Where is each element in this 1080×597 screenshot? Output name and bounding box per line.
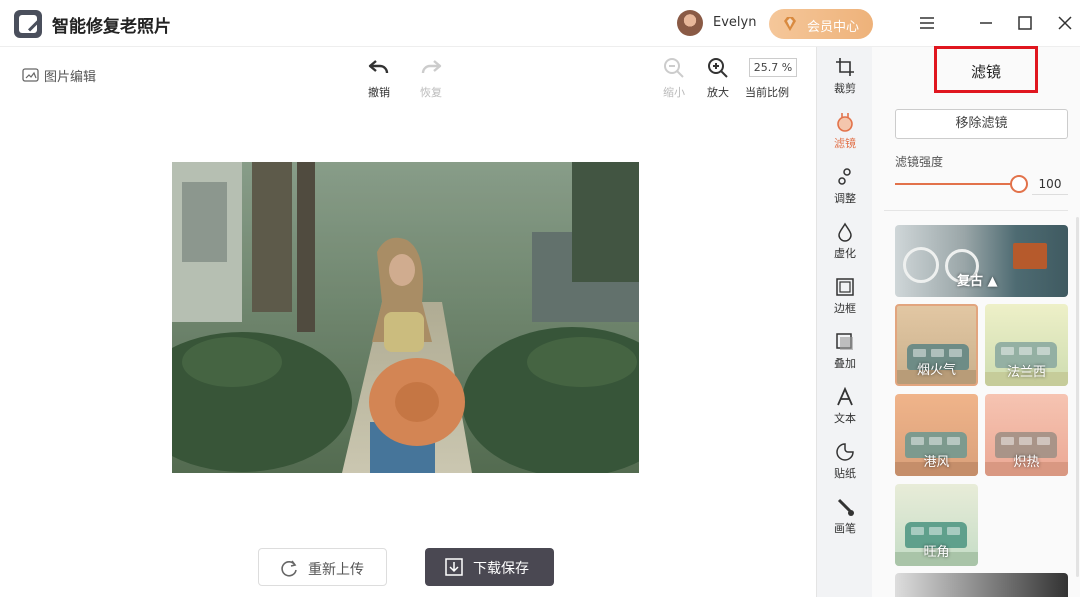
filter-label: 旺角 [923,545,950,560]
rail-label-sticker: 贴纸 [834,467,856,480]
panel-title: 滤镜 [970,63,1001,81]
edited-photo [172,162,639,473]
rail-item-overlay[interactable]: 叠加 [817,326,873,374]
rail-item-brush[interactable]: 画笔 [817,491,873,539]
panel-title-highlight: 滤镜 [934,46,1038,93]
rail-item-border[interactable]: 边框 [817,271,873,319]
download-save-label: 下载保存 [473,561,529,577]
zoom-value-field[interactable]: 25.7 % [749,58,797,77]
rail-label-text: 文本 [834,412,856,425]
download-icon [445,558,463,576]
zoom-out-icon [664,58,684,78]
rail-item-sticker[interactable]: 贴纸 [817,436,873,484]
rail-label-brush: 画笔 [834,522,856,535]
download-save-button[interactable]: 下载保存 [425,548,554,586]
app-logo-icon [14,10,42,38]
avatar[interactable] [677,10,703,36]
app-window: 智能修复老照片 Evelyn 会员中心 图片编辑 撤销 恢复 缩小 放大 25.… [0,0,1080,597]
divider [884,210,1068,211]
title-bar: 智能修复老照片 Evelyn 会员中心 [0,0,1080,47]
zoom-out-label: 缩小 [663,86,685,99]
undo-icon [368,60,389,74]
blur-drop-icon [838,222,852,242]
tool-rail: 裁剪 滤镜 调整 虚化 边框 叠加 文本 贴纸 画笔 [816,47,872,597]
rail-item-crop[interactable]: 裁剪 [817,51,873,99]
username[interactable]: Evelyn [713,15,756,30]
rail-label-filter: 滤镜 [834,137,856,150]
remove-filter-button[interactable]: 移除滤镜 [895,109,1068,139]
text-icon [837,387,853,406]
zoom-in-button[interactable]: 放大 [698,56,738,100]
panel-scrollbar[interactable] [1076,217,1079,577]
overlay-icon [836,333,853,350]
filter-panel: 滤镜 移除滤镜 滤镜强度 100 复古 ▲ 烟火气 法兰西 港风 炽热 旺角 [872,46,1080,597]
filter-category-next[interactable] [895,573,1068,597]
redo-label: 恢复 [420,86,442,99]
zoom-in-label: 放大 [707,86,729,99]
filter-label: 炽热 [1013,455,1040,470]
filter-icon [837,113,853,132]
category-label: 复古 ▲ [957,274,998,289]
refresh-icon [281,560,297,577]
breadcrumb-label: 图片编辑 [44,70,97,85]
zoom-in-icon [708,58,728,78]
undo-label: 撤销 [368,86,390,99]
diamond-icon [784,17,796,31]
reupload-button[interactable]: 重新上传 [258,548,387,586]
filter-strength-value[interactable]: 100 [1032,173,1068,195]
undo-button[interactable]: 撤销 [359,56,399,100]
zoom-out-button[interactable]: 缩小 [654,56,694,100]
filter-strength-slider[interactable] [895,174,1028,194]
filter-label: 港风 [923,455,950,470]
filter-thumb-gangfeng[interactable]: 港风 [895,394,978,476]
rail-item-text[interactable]: 文本 [817,381,873,429]
image-edit-icon [22,68,39,82]
maximize-icon[interactable] [1013,11,1037,35]
redo-button[interactable]: 恢复 [411,56,451,100]
close-icon[interactable] [1053,11,1077,35]
filter-label: 烟火气 [916,363,956,378]
sticker-icon [836,443,854,461]
minimize-icon[interactable] [974,11,998,35]
rail-item-blur[interactable]: 虚化 [817,216,873,264]
rail-label-crop: 裁剪 [834,82,856,95]
adjust-icon [838,168,851,185]
redo-icon [421,60,442,74]
rail-label-overlay: 叠加 [834,357,856,370]
slider-knob[interactable] [1010,175,1028,193]
filter-category-vintage[interactable]: 复古 ▲ [895,225,1068,297]
reupload-label: 重新上传 [308,562,364,578]
rail-label-adjust: 调整 [834,192,856,205]
filter-thumb-falanxi[interactable]: 法兰西 [985,304,1068,386]
rail-label-blur: 虚化 [834,247,856,260]
menu-icon[interactable] [915,11,939,35]
filter-thumb-wangjiao[interactable]: 旺角 [895,484,978,566]
rail-item-adjust[interactable]: 调整 [817,161,873,209]
app-title: 智能修复老照片 [52,17,171,37]
vip-center-button[interactable]: 会员中心 [769,9,873,39]
border-frame-icon [836,278,854,296]
vip-center-label: 会员中心 [807,20,860,35]
zoom-ratio-label: 当前比例 [745,86,789,99]
filter-strength-label: 滤镜强度 [895,155,944,169]
rail-label-border: 边框 [834,302,856,315]
filter-thumb-chire[interactable]: 炽热 [985,394,1068,476]
filter-label: 法兰西 [1006,365,1046,380]
filter-thumb-yanhuoqi[interactable]: 烟火气 [895,304,978,386]
brush-icon [837,498,854,516]
slider-track [895,183,1019,185]
rail-item-filter[interactable]: 滤镜 [817,106,873,154]
crop-icon [836,58,854,76]
